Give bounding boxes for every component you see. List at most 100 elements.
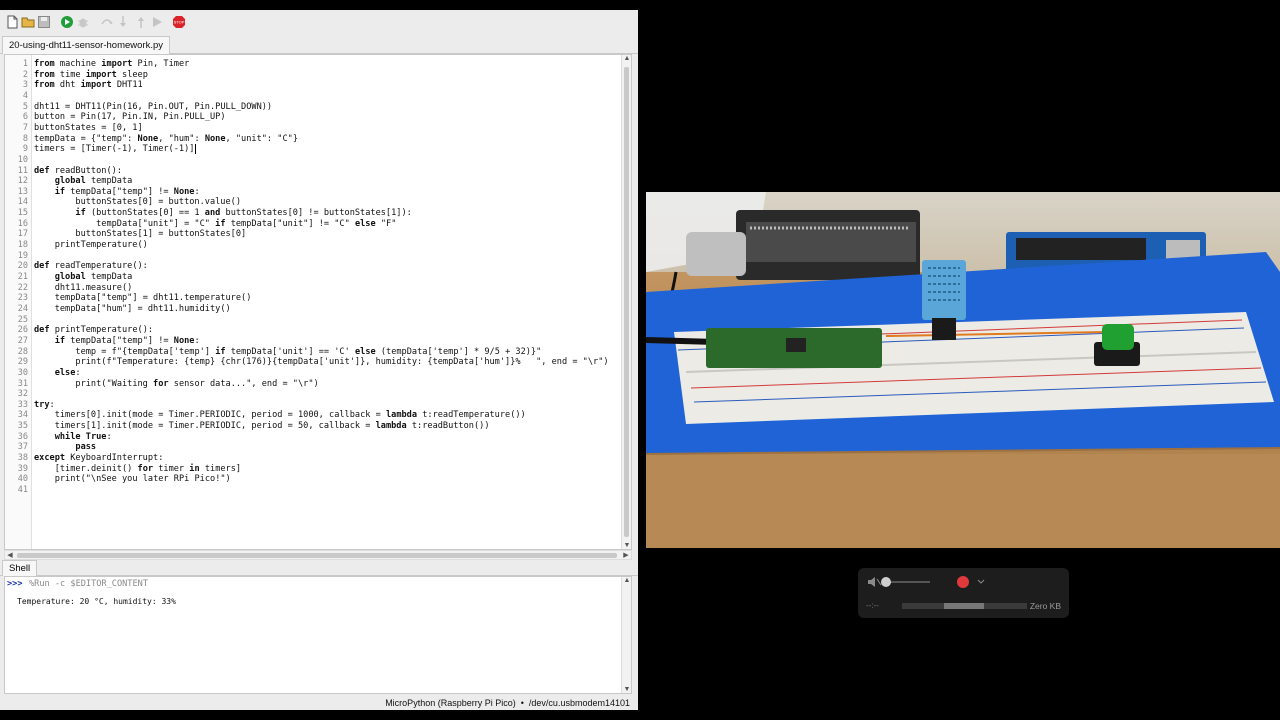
shell-scroll-down-icon[interactable]: ▼ bbox=[622, 686, 631, 693]
code-line[interactable]: from dht import DHT11 bbox=[34, 80, 143, 91]
code-line[interactable]: temp = f"{tempData['temp'] if tempData['… bbox=[34, 347, 541, 358]
scroll-up-arrow-icon[interactable]: ▲ bbox=[622, 55, 631, 62]
code-token: buttonStates bbox=[225, 208, 288, 219]
shell-scrollbar[interactable]: ▲ ▼ bbox=[621, 577, 631, 693]
chevron-down-icon[interactable] bbox=[977, 579, 985, 584]
code-line[interactable]: global tempData bbox=[34, 176, 133, 187]
code-line[interactable]: from time import sleep bbox=[34, 70, 148, 81]
code-token: [" bbox=[111, 186, 123, 197]
code-line[interactable]: print("\nSee you later RPi Pico!") bbox=[34, 474, 231, 485]
code-line[interactable]: try: bbox=[34, 400, 55, 411]
volume-slider[interactable] bbox=[881, 577, 930, 587]
keyword: else bbox=[54, 367, 76, 378]
code-line[interactable]: while True: bbox=[34, 432, 112, 443]
code-token: Pin bbox=[121, 112, 138, 123]
code-line[interactable]: buttonStates[1] = buttonStates[0] bbox=[34, 229, 246, 240]
code-line[interactable]: global tempData bbox=[34, 272, 133, 283]
port-label[interactable]: /dev/cu.usbmodem14101 bbox=[529, 698, 630, 708]
code-token: hum bbox=[106, 303, 122, 314]
code-token: [1]. bbox=[85, 421, 107, 432]
code-token: timer bbox=[158, 463, 185, 474]
interpreter-label[interactable]: MicroPython (Raspberry Pi Pico) bbox=[385, 698, 516, 708]
code-line[interactable]: [timer.deinit() for timer in timers] bbox=[34, 464, 241, 475]
code-line[interactable]: tempData["unit"] = "C" if tempData["unit… bbox=[34, 219, 396, 230]
editor-vertical-scroll-thumb[interactable] bbox=[624, 67, 629, 537]
code-line[interactable]: printTemperature() bbox=[34, 240, 148, 251]
code-line[interactable]: if tempData["temp"] != None: bbox=[34, 336, 200, 347]
code-token: !") bbox=[215, 474, 231, 485]
step-over-button[interactable] bbox=[100, 15, 114, 29]
code-line[interactable]: button = Pin(17, Pin.IN, Pin.PULL_UP) bbox=[34, 112, 226, 123]
code-line[interactable]: def readTemperature(): bbox=[34, 261, 148, 272]
code-token: (-1)] bbox=[168, 144, 195, 155]
status-text[interactable]: MicroPython (Raspberry Pi Pico) • /dev/c… bbox=[385, 696, 630, 710]
scroll-left-arrow-icon[interactable]: ◀ bbox=[5, 551, 15, 559]
code-line[interactable]: else: bbox=[34, 368, 81, 379]
stop-icon: STOP bbox=[173, 16, 185, 28]
debug-button[interactable] bbox=[76, 15, 90, 29]
code-line[interactable]: dht11.measure() bbox=[34, 283, 133, 294]
code-editor[interactable]: 1 2 3 4 5 6 7 8 9 10 11 12 13 14 15 16 17 18 19 20 21 22 23 24 2… bbox=[4, 54, 632, 550]
line-number: 7 bbox=[22, 122, 28, 133]
shell-scroll-up-icon[interactable]: ▲ bbox=[622, 577, 631, 584]
code-line[interactable]: buttonStates = [0, 1] bbox=[34, 123, 143, 134]
code-area[interactable]: from machine import Pin, Timer from time … bbox=[34, 59, 620, 549]
mute-icon[interactable] bbox=[868, 577, 882, 587]
open-file-button[interactable] bbox=[21, 15, 35, 29]
code-line[interactable]: def printTemperature(): bbox=[34, 325, 153, 336]
code-line[interactable]: tempData["temp"] = dht11.temperature() bbox=[34, 293, 252, 304]
step-out-button[interactable] bbox=[134, 15, 148, 29]
code-token: [' bbox=[427, 346, 438, 357]
line-number: 33 bbox=[17, 399, 28, 410]
stop-button[interactable]: STOP bbox=[172, 15, 186, 29]
step-into-icon bbox=[120, 16, 126, 27]
save-button[interactable] bbox=[37, 15, 51, 29]
record-button[interactable] bbox=[957, 576, 969, 588]
code-line[interactable]: timers[1].init(mode = Timer.PERIODIC, pe… bbox=[34, 421, 490, 432]
code-line[interactable]: from machine import Pin, Timer bbox=[34, 59, 189, 70]
breadboard-photo bbox=[646, 192, 1280, 548]
editor-horizontal-scrollbar[interactable]: ◀ ▶ bbox=[4, 550, 632, 560]
line-number: 15 bbox=[17, 208, 28, 219]
run-button[interactable] bbox=[60, 15, 74, 29]
code-token: ("\ bbox=[80, 474, 97, 485]
editor-vertical-scrollbar[interactable]: ▲ ▼ bbox=[621, 55, 631, 549]
code-token: (-1), bbox=[111, 144, 143, 155]
code-token: "] != " bbox=[303, 218, 340, 229]
keyword: import bbox=[85, 69, 117, 80]
code-line[interactable]: print(f"Temperature: {temp} {chr(176)}{t… bbox=[34, 357, 608, 368]
editor-tab[interactable]: 20-using-dht11-sensor-homework.py bbox=[2, 36, 171, 54]
code-token: readTemperature bbox=[54, 261, 133, 272]
shell-panel[interactable]: >>> %Run -c $EDITOR_CONTENT Temperature:… bbox=[4, 576, 632, 694]
code-line[interactable]: timers = [Timer(-1), Timer(-1)] bbox=[34, 144, 194, 155]
code-line[interactable]: def readButton(): bbox=[34, 166, 122, 177]
code-token: temp bbox=[178, 346, 200, 357]
shell-tab[interactable]: Shell bbox=[2, 560, 38, 576]
keyword: def bbox=[34, 261, 50, 272]
code-token: print bbox=[54, 474, 81, 485]
code-token: sleep bbox=[122, 69, 148, 80]
scroll-right-arrow-icon[interactable]: ▶ bbox=[621, 551, 631, 559]
code-line[interactable]: pass bbox=[34, 442, 96, 453]
resume-button[interactable] bbox=[150, 15, 164, 29]
code-line[interactable]: tempData = {"temp": None, "hum": None, "… bbox=[34, 134, 298, 145]
code-token: dht bbox=[59, 80, 76, 91]
code-line[interactable]: print("Waiting for sensor data...", end … bbox=[34, 379, 318, 390]
code-line[interactable]: except KeyboardInterrupt: bbox=[34, 453, 163, 464]
code-token: readTemperature bbox=[432, 410, 511, 421]
scroll-down-arrow-icon[interactable]: ▼ bbox=[622, 542, 631, 549]
code-token: [1] = bbox=[137, 229, 169, 240]
code-token: tempData bbox=[432, 357, 474, 368]
keyword: if bbox=[215, 346, 226, 357]
code-line[interactable]: buttonStates[0] = button.value() bbox=[34, 197, 241, 208]
code-line[interactable]: tempData["hum"] = dht11.humidity() bbox=[34, 304, 231, 315]
code-line[interactable]: dht11 = DHT11(Pin(16, Pin.OUT, Pin.PULL_… bbox=[34, 102, 272, 113]
step-into-button[interactable] bbox=[116, 15, 130, 29]
code-line[interactable]: if (buttonStates[0] == 1 and buttonState… bbox=[34, 208, 411, 219]
new-file-button[interactable] bbox=[5, 15, 19, 29]
code-line[interactable]: if tempData["temp"] != None: bbox=[34, 187, 200, 198]
code-line[interactable]: timers[0].init(mode = Timer.PERIODIC, pe… bbox=[34, 410, 526, 421]
editor-horizontal-scroll-thumb[interactable] bbox=[17, 553, 617, 558]
code-token: timers bbox=[54, 421, 86, 432]
